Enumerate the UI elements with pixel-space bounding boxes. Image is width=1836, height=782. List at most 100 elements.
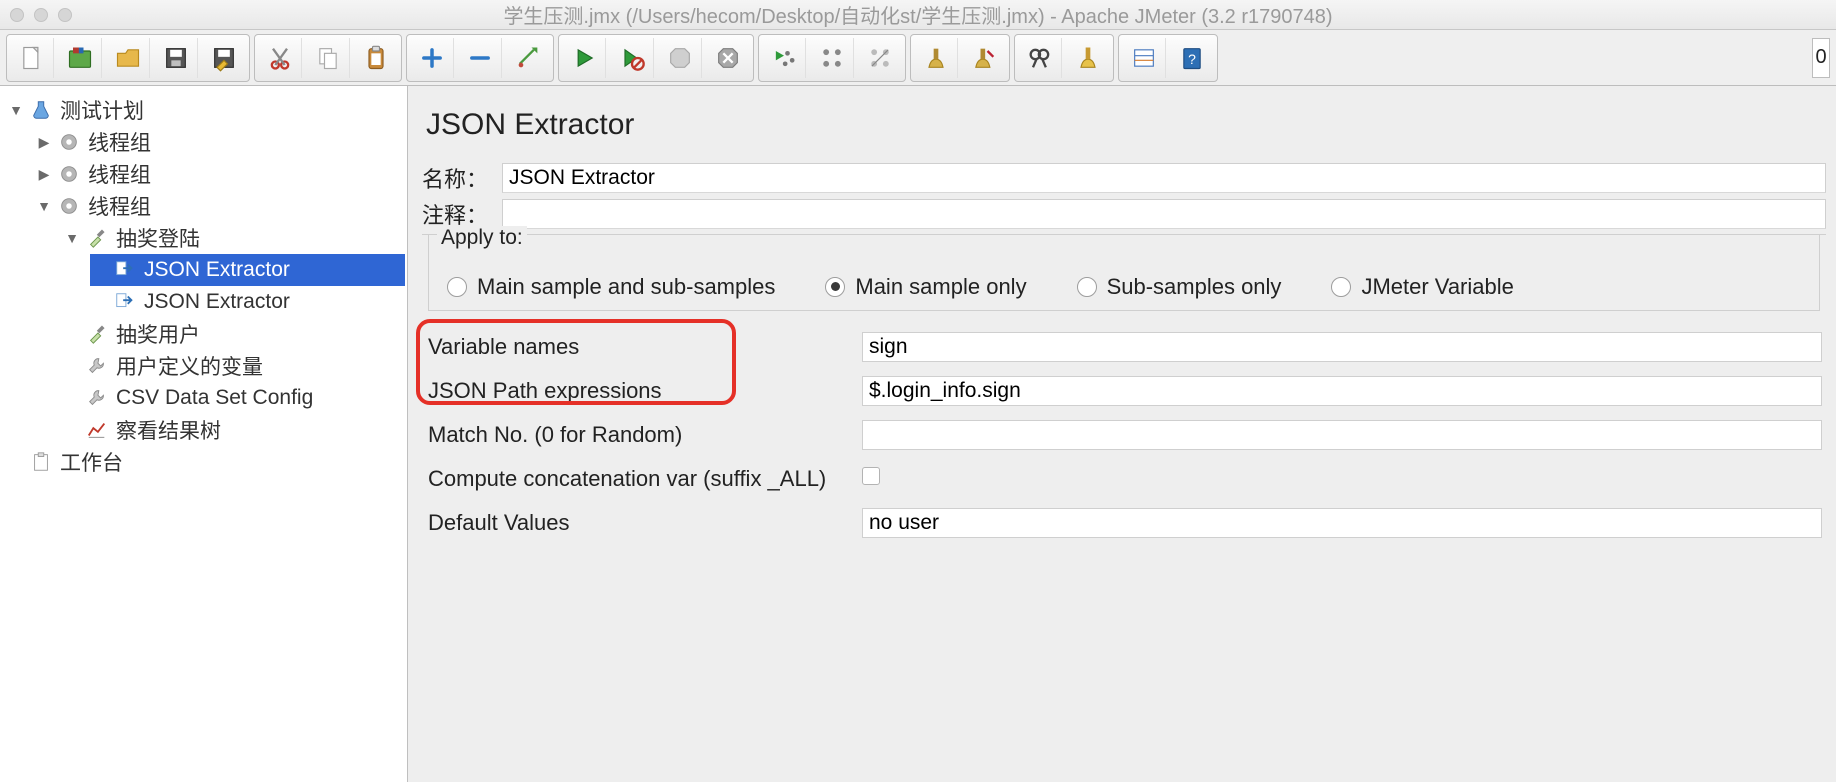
open-template-button[interactable] xyxy=(58,38,102,78)
beaker-icon xyxy=(26,98,56,122)
name-label: 名称： xyxy=(422,162,502,194)
radio-icon xyxy=(1331,277,1351,297)
toolbar: ? 0 xyxy=(0,30,1836,86)
expand-button[interactable] xyxy=(410,38,454,78)
open-file-button[interactable] xyxy=(106,38,150,78)
tree-label: 抽奖登陆 xyxy=(116,223,200,253)
default-values-input[interactable] xyxy=(862,508,1822,538)
help-button[interactable]: ? xyxy=(1170,38,1214,78)
json-path-input[interactable] xyxy=(862,376,1822,406)
gear-icon xyxy=(54,162,84,186)
tree-label: CSV Data Set Config xyxy=(116,386,313,410)
json-path-label: JSON Path expressions xyxy=(422,378,862,404)
tree-json-extractor-1[interactable]: · JSON Extractor xyxy=(90,254,405,286)
window-zoom-button[interactable] xyxy=(58,8,72,22)
expand-toggle-icon[interactable]: ▼ xyxy=(8,102,24,118)
expand-toggle-icon[interactable]: ▼ xyxy=(36,198,52,214)
search-button[interactable] xyxy=(1018,38,1062,78)
stop-button[interactable] xyxy=(658,38,702,78)
remote-stop-button[interactable] xyxy=(810,38,854,78)
function-helper-button[interactable] xyxy=(1122,38,1166,78)
radio-jmeter-variable[interactable]: JMeter Variable xyxy=(1331,274,1513,300)
tree-thread-group-2[interactable]: ▶ 线程组 xyxy=(34,158,405,190)
tree-workbench[interactable]: · 工作台 xyxy=(6,446,405,478)
traffic-lights xyxy=(10,8,72,22)
reset-search-button[interactable] xyxy=(1066,38,1110,78)
window-close-button[interactable] xyxy=(10,8,24,22)
concat-checkbox[interactable] xyxy=(862,467,880,485)
save-button[interactable] xyxy=(154,38,198,78)
start-no-pause-button[interactable] xyxy=(610,38,654,78)
window-titlebar: 学生压测.jmx (/Users/hecom/Desktop/自动化st/学生压… xyxy=(0,0,1836,30)
apply-to-fieldset: Apply to: Main sample and sub-samples Ma… xyxy=(422,234,1826,321)
paste-button[interactable] xyxy=(354,38,398,78)
remote-shutdown-button[interactable] xyxy=(858,38,902,78)
collapse-button[interactable] xyxy=(458,38,502,78)
tree-thread-group-1[interactable]: ▶ 线程组 xyxy=(34,126,405,158)
radio-label: Main sample and sub-samples xyxy=(477,274,775,300)
radio-label: Sub-samples only xyxy=(1107,274,1282,300)
remote-start-button[interactable] xyxy=(762,38,806,78)
test-plan-tree[interactable]: ▼ 测试计划 ▶ 线程组 xyxy=(0,86,408,782)
match-no-input[interactable] xyxy=(862,420,1822,450)
window-minimize-button[interactable] xyxy=(34,8,48,22)
tree-label: 抽奖用户 xyxy=(116,319,200,349)
wrench-icon xyxy=(82,354,112,378)
tree-view-results[interactable]: · 察看结果树 xyxy=(62,414,405,446)
tree-user-defined-vars[interactable]: · 用户定义的变量 xyxy=(62,350,405,382)
radio-label: JMeter Variable xyxy=(1361,274,1513,300)
toggle-button[interactable] xyxy=(506,38,550,78)
save-as-button[interactable] xyxy=(202,38,246,78)
comments-input[interactable] xyxy=(502,199,1826,229)
name-input[interactable] xyxy=(502,163,1826,193)
cut-button[interactable] xyxy=(258,38,302,78)
svg-text:?: ? xyxy=(1188,50,1196,66)
tree-label: JSON Extractor xyxy=(144,290,290,314)
extract-arrow-icon xyxy=(110,290,140,314)
tree-label: 察看结果树 xyxy=(116,415,221,445)
gear-icon xyxy=(54,194,84,218)
radio-icon xyxy=(1077,277,1097,297)
wrench-icon xyxy=(82,386,112,410)
copy-button[interactable] xyxy=(306,38,350,78)
match-no-label: Match No. (0 for Random) xyxy=(422,422,862,448)
tree-json-extractor-2[interactable]: · JSON Extractor xyxy=(90,286,405,318)
tree-label: 工作台 xyxy=(60,447,123,477)
gear-icon xyxy=(54,130,84,154)
clipboard-icon xyxy=(26,450,56,474)
variable-names-input[interactable] xyxy=(862,332,1822,362)
tree-label: 线程组 xyxy=(88,191,151,221)
tree-label: 线程组 xyxy=(88,127,151,157)
concat-label: Compute concatenation var (suffix _ALL) xyxy=(422,466,862,492)
variable-names-label: Variable names xyxy=(422,334,862,360)
dropper-icon xyxy=(82,226,112,250)
new-file-button[interactable] xyxy=(10,38,54,78)
expand-toggle-icon[interactable]: ▶ xyxy=(36,134,52,151)
tree-root-testplan[interactable]: ▼ 测试计划 xyxy=(6,94,405,126)
chart-icon xyxy=(82,418,112,442)
shutdown-button[interactable] xyxy=(706,38,750,78)
radio-label: Main sample only xyxy=(855,274,1026,300)
tree-lottery-user[interactable]: · 抽奖用户 xyxy=(62,318,405,350)
tree-label: JSON Extractor xyxy=(144,258,290,282)
tree-csv-config[interactable]: · CSV Data Set Config xyxy=(62,382,405,414)
radio-sub-only[interactable]: Sub-samples only xyxy=(1077,274,1282,300)
window-title: 学生压测.jmx (/Users/hecom/Desktop/自动化st/学生压… xyxy=(0,0,1836,29)
expand-toggle-icon[interactable]: ▶ xyxy=(36,166,52,183)
start-button[interactable] xyxy=(562,38,606,78)
counter-box: 0 xyxy=(1812,38,1830,78)
apply-to-label: Apply to: xyxy=(437,226,527,250)
default-values-label: Default Values xyxy=(422,510,862,536)
clear-all-button[interactable] xyxy=(962,38,1006,78)
extract-arrow-icon xyxy=(110,258,140,282)
tree-lottery-login[interactable]: ▼ 抽奖登陆 xyxy=(62,222,405,254)
radio-icon xyxy=(825,277,845,297)
clear-button[interactable] xyxy=(914,38,958,78)
expand-toggle-icon[interactable]: ▼ xyxy=(64,230,80,246)
radio-main-and-sub[interactable]: Main sample and sub-samples xyxy=(447,274,775,300)
tree-thread-group-3[interactable]: ▼ 线程组 xyxy=(34,190,405,222)
radio-main-only[interactable]: Main sample only xyxy=(825,274,1026,300)
main-panel: JSON Extractor 名称： 注释： Apply to: Main sa… xyxy=(408,86,1836,782)
page-title: JSON Extractor xyxy=(426,108,1826,142)
dropper-icon xyxy=(82,322,112,346)
